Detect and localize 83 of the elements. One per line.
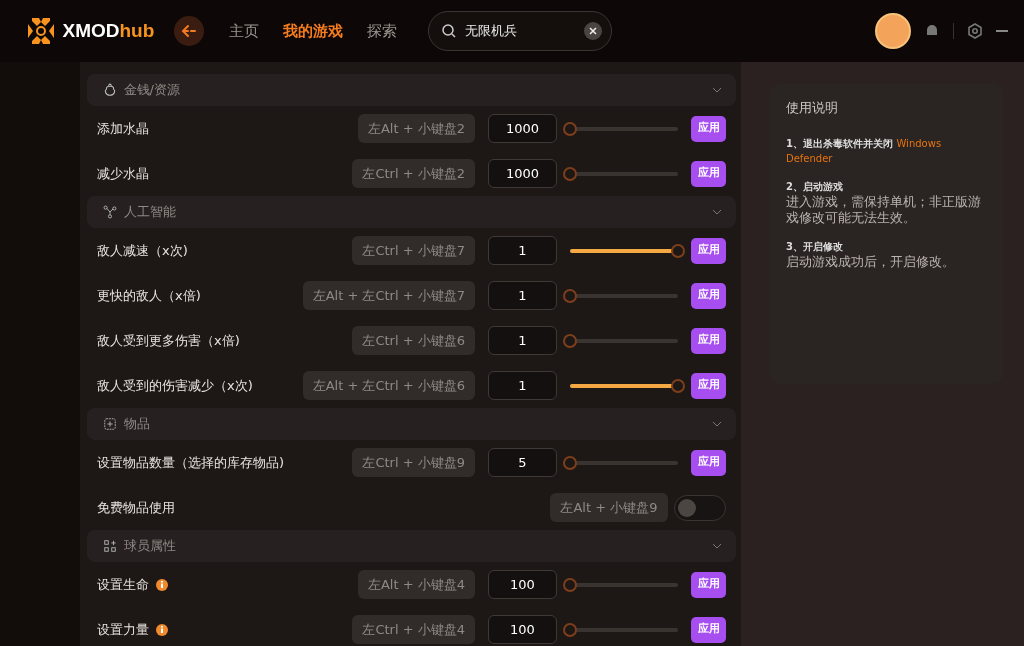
chevron-icon[interactable] [712,543,722,549]
option-label: 设置物品数量（选择的库存物品) [97,453,285,472]
option-label: 敌人受到更多伤害（x倍) [97,331,240,350]
slider-thumb[interactable] [563,455,577,470]
close-icon [589,27,598,35]
panel-title: 使用说明 [786,99,839,117]
value-field[interactable]: 1000 [488,159,557,188]
value-field[interactable]: 100 [488,570,557,599]
apply-button[interactable]: 应用 [691,115,726,142]
slider-thumb[interactable] [671,378,685,393]
bag-icon [103,83,117,97]
hotkey-chip: 左Ctrl + 小键盘9 [352,447,475,478]
section-header[interactable]: 物品 [87,408,736,440]
toggle-switch[interactable] [674,494,726,521]
option-label: 更快的敌人（x倍) [97,286,201,305]
plus-square-icon [103,417,117,431]
slider-thumb[interactable] [563,166,577,181]
apply-button[interactable]: 应用 [691,372,726,399]
option-label: 敌人受到的伤害减少（x次) [97,376,253,395]
apply-button[interactable]: 应用 [691,282,726,309]
back-button[interactable] [173,16,204,46]
value-field[interactable]: 1 [488,281,557,310]
apply-button[interactable]: 应用 [691,616,726,643]
apply-button[interactable]: 应用 [691,237,726,264]
logo-icon [26,16,56,46]
option-label: 敌人减速（x次) [97,241,188,260]
section-header[interactable]: 金钱/资源 [87,74,736,106]
hotkey-chip: 左Alt + 小键盘4 [357,569,475,600]
apply-button[interactable]: 应用 [691,449,726,476]
value-field[interactable]: 100 [488,615,557,644]
section-title: 人工智能 [123,203,176,222]
arrow-icon [180,24,197,38]
step-title: 3、开启修改 [786,240,844,254]
info-icon[interactable] [155,578,168,591]
step-text: 启动游戏成功后，开启修改。 [786,254,956,271]
hotkey-chip: 左Ctrl + 小键盘2 [352,158,475,189]
value-field[interactable]: 5 [488,448,557,477]
apply-button[interactable]: 应用 [691,327,726,354]
section-header[interactable]: 球员属性 [87,530,736,562]
value-field[interactable]: 1 [488,236,557,265]
value-field[interactable]: 1 [488,326,557,355]
apply-button[interactable]: 应用 [691,160,726,187]
option-label: 设置力量 [97,620,149,639]
avatar[interactable] [875,13,911,49]
hotkey-chip: 左Ctrl + 小键盘6 [352,325,475,356]
chevron-icon[interactable] [712,209,722,215]
slider-thumb[interactable] [671,243,685,258]
hotkey-chip: 左Ctrl + 小键盘4 [352,614,475,645]
slider-thumb[interactable] [563,577,577,592]
slider-thumb[interactable] [563,622,577,637]
network-icon [103,205,117,219]
slider-thumb[interactable] [563,333,577,348]
apply-button[interactable]: 应用 [691,571,726,598]
section-title: 金钱/资源 [123,81,180,100]
section-title: 球员属性 [123,537,176,556]
hotkey-chip: 左Ctrl + 小键盘7 [352,235,475,266]
step-title: 2、启动游戏 [786,179,844,194]
grid-icon [103,539,117,553]
nav-tab[interactable]: 我的游戏 [270,19,355,43]
step-text: 进入游戏，需保持单机；非正版游戏修改可能无法生效。 [786,193,982,226]
logo-text: XMODhub [62,18,155,43]
value-field[interactable]: 1 [488,371,557,400]
settings-icon[interactable] [967,23,983,39]
section-header[interactable]: 人工智能 [87,196,736,228]
step-title: 1、退出杀毒软件并关闭 Windows Defender [786,136,943,166]
hotkey-chip: 左Alt + 左Ctrl + 小键盘6 [302,370,475,401]
slider-thumb[interactable] [563,121,577,136]
nav-tab[interactable]: 探索 [354,19,409,43]
info-icon[interactable] [155,623,168,636]
option-label: 设置生命 [97,575,149,594]
chevron-icon[interactable] [712,421,722,427]
search-field[interactable]: 无限机兵 [428,11,613,51]
nav-tab[interactable]: 主页 [216,19,271,43]
hotkey-chip: 左Alt + 左Ctrl + 小键盘7 [302,280,475,311]
value-field[interactable]: 1000 [488,114,557,143]
option-label: 免费物品使用 [97,498,175,517]
chevron-icon[interactable] [712,87,722,93]
hotkey-chip: 左Alt + 小键盘2 [357,113,475,144]
section-title: 物品 [123,415,150,434]
option-label: 减少水晶 [97,164,149,183]
slider-thumb[interactable] [563,288,577,303]
hotkey-chip: 左Alt + 小键盘9 [550,492,668,523]
option-label: 添加水晶 [97,119,149,138]
